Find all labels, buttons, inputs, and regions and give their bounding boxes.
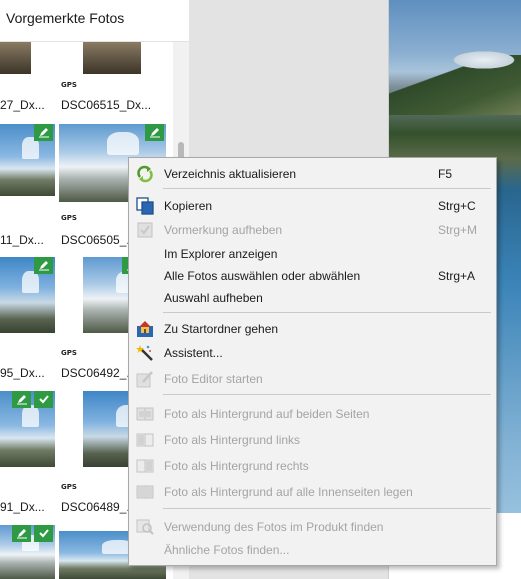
menu-item-shortcut: Strg+M: [438, 223, 478, 237]
menu-item-show-in-explorer[interactable]: Im Explorer anzeigen: [129, 243, 496, 265]
checkmark-icon: [34, 525, 53, 542]
photo-filename: 95_Dx...: [0, 366, 45, 380]
menu-item-assistant[interactable]: Assistent...: [129, 342, 496, 364]
photo-filename: 91_Dx...: [0, 500, 45, 514]
menu-item-find-similar-photos[interactable]: Ähnliche Fotos finden...: [129, 539, 496, 561]
menu-item-background-right[interactable]: Foto als Hintergrund rechts: [129, 455, 496, 477]
menu-item-background-both-pages[interactable]: Foto als Hintergrund auf beiden Seiten: [129, 403, 496, 425]
menu-item-label: Im Explorer anzeigen: [164, 247, 278, 261]
gps-badge: GPS: [61, 349, 77, 357]
menu-item-remove-mark[interactable]: Vormerkung aufheben Strg+M: [129, 219, 496, 241]
menu-item-shortcut: Strg+C: [438, 199, 476, 213]
menu-item-label: Foto als Hintergrund rechts: [164, 459, 309, 473]
menu-item-find-photo-usage[interactable]: Verwendung des Fotos im Produkt finden: [129, 516, 496, 538]
menu-item-label: Kopieren: [164, 199, 213, 213]
menu-item-background-all-inner-pages[interactable]: Foto als Hintergrund auf alle Innenseite…: [129, 481, 496, 503]
edit-mark-icon: [145, 124, 164, 141]
edit-mark-icon: [12, 525, 31, 542]
gps-badge: GPS: [61, 81, 77, 89]
photo-filename: DSC06492_...: [61, 366, 137, 380]
edit-mark-icon: [34, 257, 53, 274]
menu-item-label: Foto Editor starten: [164, 372, 263, 386]
menu-item-label: Vormerkung aufheben: [164, 223, 283, 237]
photo-filename: 11_Dx...: [0, 233, 44, 247]
menu-item-label: Ähnliche Fotos finden...: [164, 543, 290, 557]
menu-separator: [163, 312, 491, 313]
menu-separator: [163, 188, 491, 189]
photo-editor-icon: [136, 370, 154, 388]
menu-item-label: Zu Startordner gehen: [164, 322, 279, 336]
menu-separator: [163, 508, 491, 509]
menu-item-go-to-start-folder[interactable]: Zu Startordner gehen: [129, 318, 496, 340]
context-menu: Verzeichnis aktualisieren F5 Kopieren St…: [128, 157, 497, 566]
menu-item-label: Verwendung des Fotos im Produkt finden: [164, 520, 384, 534]
photo-thumbnail[interactable]: [83, 42, 141, 74]
magic-wand-icon: [136, 344, 154, 362]
photo-filename: DSC06515_Dx...: [61, 98, 152, 112]
background-left-icon: [136, 431, 154, 449]
gps-badge: GPS: [61, 483, 77, 491]
menu-item-shortcut: Strg+A: [438, 269, 476, 283]
background-both-icon: [136, 405, 154, 423]
photo-filename: DSC06505_...: [61, 233, 137, 247]
background-all-icon: [136, 483, 154, 501]
home-folder-icon: [136, 320, 154, 338]
unmark-icon: [136, 221, 154, 239]
menu-item-label: Assistent...: [164, 346, 223, 360]
photo-filename: DSC06489_...: [61, 500, 137, 514]
menu-item-label: Verzeichnis aktualisieren: [164, 167, 297, 181]
menu-item-label: Foto als Hintergrund auf alle Innenseite…: [164, 485, 413, 499]
checkmark-icon: [34, 391, 53, 408]
menu-item-label: Foto als Hintergrund links: [164, 433, 301, 447]
menu-item-label: Alle Fotos auswählen oder abwählen: [164, 269, 361, 283]
menu-item-background-left[interactable]: Foto als Hintergrund links: [129, 429, 496, 451]
menu-item-label: Foto als Hintergrund auf beiden Seiten: [164, 407, 370, 421]
panel-title: Vorgemerkte Fotos: [6, 10, 125, 26]
gps-badge: GPS: [61, 214, 77, 222]
menu-item-shortcut: F5: [438, 167, 453, 181]
photo-filename: 27_Dx...: [0, 98, 45, 112]
menu-item-clear-selection[interactable]: Auswahl aufheben: [129, 287, 496, 309]
refresh-icon: [136, 165, 154, 183]
photo-thumbnail[interactable]: [0, 42, 31, 74]
background-right-icon: [136, 457, 154, 475]
copy-icon: [136, 197, 154, 215]
menu-item-label: Auswahl aufheben: [164, 291, 263, 305]
menu-item-start-photo-editor[interactable]: Foto Editor starten: [129, 368, 496, 390]
panel-header: Vorgemerkte Fotos: [0, 0, 189, 42]
find-usage-icon: [136, 518, 154, 536]
menu-item-refresh-directory[interactable]: Verzeichnis aktualisieren F5: [129, 163, 496, 185]
menu-item-select-all[interactable]: Alle Fotos auswählen oder abwählen Strg+…: [129, 265, 496, 287]
edit-mark-icon: [12, 391, 31, 408]
edit-mark-icon: [34, 124, 53, 141]
menu-separator: [163, 394, 491, 395]
menu-item-copy[interactable]: Kopieren Strg+C: [129, 195, 496, 217]
